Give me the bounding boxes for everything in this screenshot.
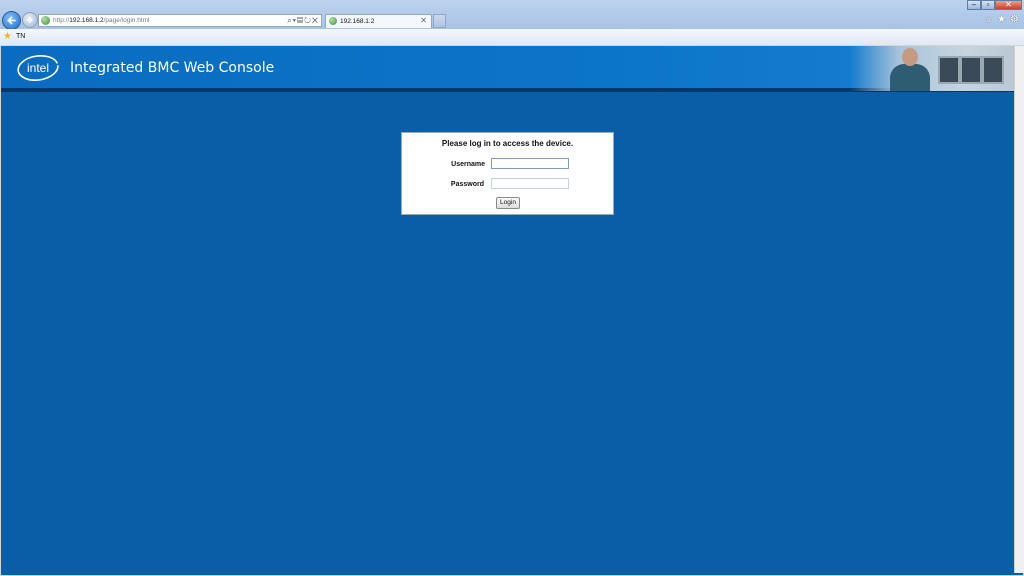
address-bar[interactable]: http://192.168.1.2/page/login.html ⌕▾▤↻✕ (38, 14, 322, 27)
scrollbar-track[interactable] (1014, 46, 1024, 573)
photo-monitor (960, 56, 982, 84)
photo-person-head (902, 48, 918, 66)
tab-close-icon[interactable]: ✕ (420, 15, 427, 27)
photo-monitor (982, 56, 1004, 84)
favorites-star-icon[interactable]: ★ (997, 15, 1006, 25)
home-icon[interactable]: ⌂ (985, 15, 991, 25)
page-viewport (0, 45, 1024, 576)
forward-button[interactable] (22, 12, 38, 28)
address-bar-tools: ⌕▾▤↻✕ (287, 15, 319, 26)
login-prompt: Please log in to access the device. (441, 139, 574, 148)
favorite-link-tn[interactable]: TN (16, 32, 25, 42)
password-input[interactable] (491, 178, 569, 189)
new-tab-button[interactable] (433, 14, 446, 28)
arrow-right-icon (27, 16, 33, 24)
minimize-button[interactable]: – (967, 0, 981, 10)
arrow-left-icon (7, 16, 16, 25)
intel-logo-icon: intel (17, 54, 59, 82)
tab-label: 192.168.1.2 (340, 18, 375, 25)
maximize-button[interactable]: ▫ (981, 0, 995, 10)
login-panel: Please log in to access the device. User… (401, 132, 614, 215)
page-title: Integrated BMC Web Console (70, 60, 275, 76)
username-input[interactable] (491, 158, 569, 169)
photo-person-body (890, 64, 930, 91)
close-window-button[interactable]: ✕ (995, 0, 1022, 10)
add-favorite-icon[interactable]: ★ (3, 31, 12, 42)
login-button[interactable]: Login (496, 197, 520, 209)
password-label: Password (450, 181, 484, 188)
refresh-icon[interactable]: ↻ (304, 16, 312, 25)
page-favicon-icon (41, 16, 50, 25)
photo-monitor (938, 56, 960, 84)
tab-favicon-icon (329, 17, 337, 25)
address-url: http://192.168.1.2/page/login.html (53, 17, 150, 24)
stop-icon[interactable]: ✕ (312, 16, 319, 25)
gear-icon[interactable]: ⚙ (1010, 15, 1019, 25)
browser-tab[interactable]: 192.168.1.2 ✕ (325, 14, 432, 28)
logo-text: intel (27, 61, 49, 75)
favorites-bar: ★ TN (0, 29, 1024, 46)
back-button[interactable] (2, 11, 21, 30)
header-photo (850, 46, 1014, 91)
username-label: Username (451, 161, 485, 168)
